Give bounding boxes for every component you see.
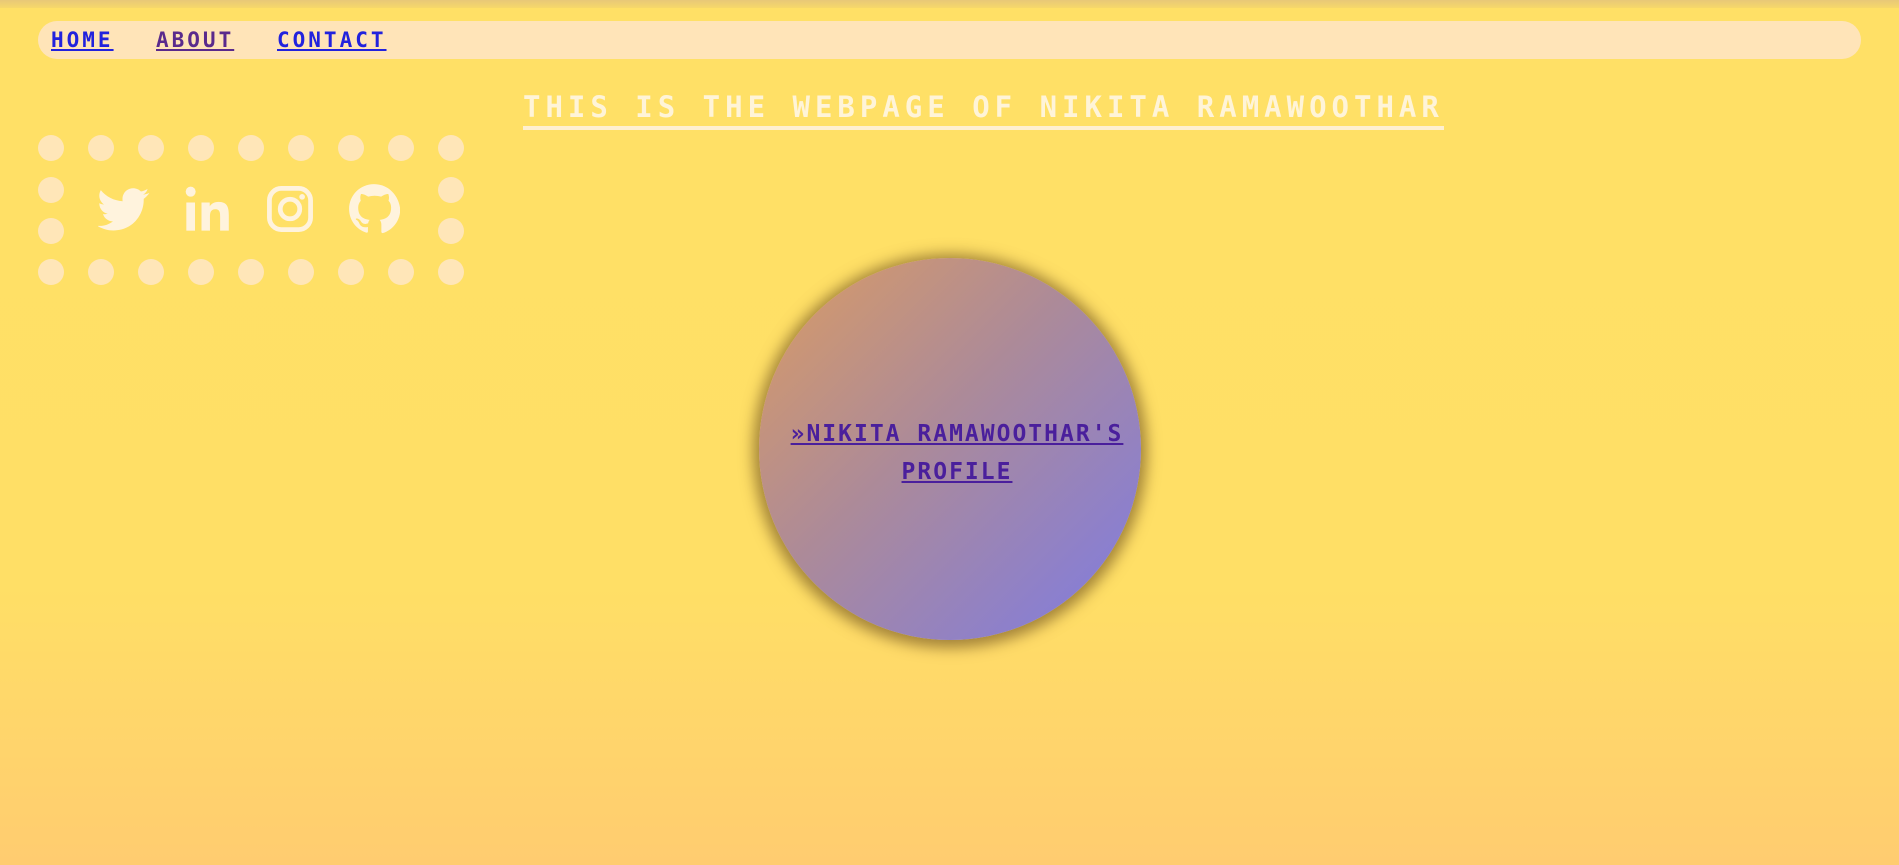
- decorative-dot: [88, 259, 114, 285]
- decorative-dot: [38, 135, 64, 161]
- nav-home-link[interactable]: HOME: [51, 28, 114, 52]
- nav-about-link[interactable]: ABOUT: [156, 28, 234, 52]
- decorative-dot: [388, 259, 414, 285]
- decorative-dot: [238, 259, 264, 285]
- decorative-dot: [38, 177, 64, 203]
- social-links-panel: [36, 133, 466, 287]
- decorative-dot: [438, 135, 464, 161]
- github-icon[interactable]: [348, 183, 400, 235]
- nav-contact-link[interactable]: CONTACT: [277, 28, 387, 52]
- nav-bar: HOME ABOUT CONTACT: [38, 21, 1861, 59]
- decorative-dot: [188, 135, 214, 161]
- decorative-dot: [438, 218, 464, 244]
- decorative-dot: [338, 135, 364, 161]
- decorative-dot: [288, 135, 314, 161]
- decorative-dot: [138, 135, 164, 161]
- decorative-dot: [38, 259, 64, 285]
- profile-link[interactable]: »NIKITA RAMAWOOTHAR'S PROFILE: [772, 415, 1142, 491]
- twitter-icon[interactable]: [98, 183, 150, 235]
- decorative-dot: [338, 259, 364, 285]
- decorative-dot: [138, 259, 164, 285]
- top-strip: [0, 0, 1899, 8]
- page-title: THIS IS THE WEBPAGE OF NIKITA RAMAWOOTHA…: [523, 90, 1444, 130]
- decorative-dot: [388, 135, 414, 161]
- instagram-icon[interactable]: [264, 183, 316, 235]
- decorative-dot: [438, 259, 464, 285]
- linkedin-icon[interactable]: [182, 183, 234, 235]
- decorative-dot: [288, 259, 314, 285]
- decorative-dot: [438, 177, 464, 203]
- decorative-dot: [238, 135, 264, 161]
- decorative-dot: [88, 135, 114, 161]
- decorative-dot: [188, 259, 214, 285]
- decorative-dot: [38, 218, 64, 244]
